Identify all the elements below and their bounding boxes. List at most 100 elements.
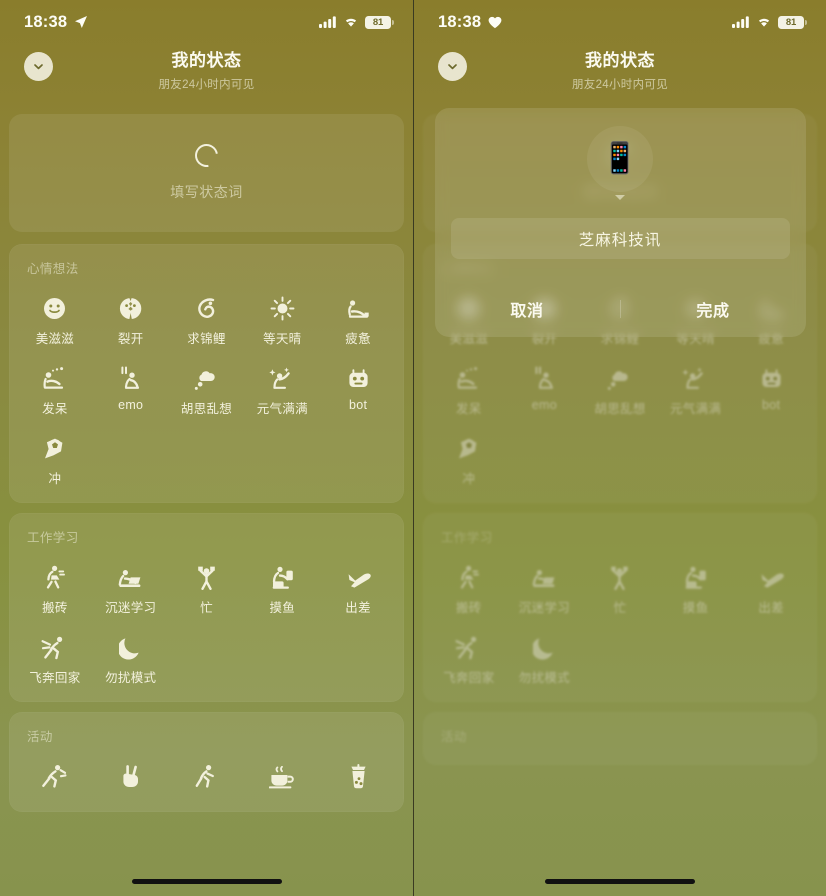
status-sections-scroll[interactable]: 心情想法 美滋滋 裂开 求锦鲤 等天晴 疲惫 发呆 emo 胡思乱想 元气满满 … xyxy=(0,244,413,812)
smiling-face-icon xyxy=(38,291,72,321)
emoji-grid: 搬砖 沉迷学习 忙 摸鱼 出差 飞奔回家 勿扰模式 xyxy=(15,550,398,686)
robot-icon xyxy=(341,361,375,391)
daydream-icon xyxy=(452,361,486,391)
busy-person-icon xyxy=(603,560,637,590)
status-item[interactable]: 疲惫 xyxy=(320,291,396,347)
status-item[interactable]: 沉迷学习 xyxy=(93,560,169,616)
jogging-icon xyxy=(189,759,223,789)
status-item[interactable]: 元气满满 xyxy=(244,361,320,417)
status-item[interactable]: emo xyxy=(93,361,169,417)
status-item[interactable] xyxy=(93,759,169,796)
status-item[interactable]: 冲 xyxy=(17,431,93,487)
status-item[interactable]: 摸鱼 xyxy=(244,560,320,616)
status-item-label: emo xyxy=(531,398,557,412)
mobile-phone-icon[interactable]: 📱 xyxy=(587,126,653,192)
status-item: 忙 xyxy=(582,560,658,616)
page-title: 我的状态 xyxy=(585,51,655,70)
status-item[interactable]: 发呆 xyxy=(17,361,93,417)
status-item: 胡思乱想 xyxy=(582,361,658,417)
status-item-label: 搬砖 xyxy=(455,601,482,615)
cellular-signal-icon xyxy=(732,16,750,28)
ring-icon xyxy=(190,139,223,172)
soccer-ball-icon xyxy=(38,431,72,461)
status-item[interactable]: 飞奔回家 xyxy=(17,630,93,686)
home-indicator[interactable] xyxy=(131,879,282,884)
status-item-label: 忙 xyxy=(200,601,213,615)
status-item[interactable] xyxy=(320,759,396,796)
home-indicator[interactable] xyxy=(545,879,695,884)
confirm-button[interactable]: 完成 xyxy=(621,297,806,321)
status-word-input-card[interactable]: 填写状态词 xyxy=(9,114,404,232)
robot-icon xyxy=(754,361,788,391)
emoji-grid: 美滋滋 裂开 求锦鲤 等天晴 疲惫 发呆 emo 胡思乱想 元气满满 bot 冲 xyxy=(15,281,398,487)
tired-person-icon xyxy=(341,291,375,321)
modal-avatar-emoji: 📱 xyxy=(601,142,639,175)
koi-fish-icon xyxy=(189,291,223,321)
status-item-label: bot xyxy=(348,398,368,412)
status-bar: 18:38 81 xyxy=(414,0,826,44)
page-header: 我的状态 朋友24小时内可见 xyxy=(0,44,413,106)
status-item[interactable]: 勿扰模式 xyxy=(93,630,169,686)
bubble-tea-icon xyxy=(341,759,375,789)
sun-icon xyxy=(265,291,299,321)
status-item[interactable]: 忙 xyxy=(169,560,245,616)
status-item[interactable]: bot xyxy=(320,361,396,417)
status-item: 搬砖 xyxy=(431,560,507,616)
carrying-bricks-icon xyxy=(452,560,486,590)
status-item[interactable]: 出差 xyxy=(320,560,396,616)
running-home-icon xyxy=(452,630,486,660)
status-item-label: bot xyxy=(762,398,781,412)
status-item[interactable] xyxy=(17,759,93,796)
wifi-icon xyxy=(343,16,359,28)
heart-icon xyxy=(488,16,502,29)
studying-icon xyxy=(114,560,148,590)
collapse-button[interactable] xyxy=(438,52,467,81)
section-work-study: 工作学习 搬砖 沉迷学习 忙 摸鱼 出差 飞奔回家 勿扰模式 xyxy=(423,513,817,702)
caret-down-icon[interactable] xyxy=(615,195,625,200)
status-edit-modal-wrapper: 📱 芝麻科技讯 取消 完成 xyxy=(414,108,826,337)
status-item-label: 求锦鲤 xyxy=(187,332,226,346)
section-activity: 活动 xyxy=(423,712,817,765)
section-title: 工作学习 xyxy=(441,531,493,545)
status-item-label: 胡思乱想 xyxy=(180,402,233,416)
busy-person-icon xyxy=(189,560,223,590)
status-item[interactable]: 等天晴 xyxy=(244,291,320,347)
dual-screenshot-stage: 18:38 81 我的状态 朋友24小时内可见 填写状态词 心情想法 美滋滋 裂… xyxy=(0,0,826,896)
cancel-button[interactable]: 取消 xyxy=(435,297,620,321)
collapse-button[interactable] xyxy=(24,52,53,81)
section-title: 心情想法 xyxy=(27,262,79,276)
section-title: 活动 xyxy=(27,730,53,744)
modal-avatar-wrap: 📱 xyxy=(435,126,806,200)
status-item-label: 美滋滋 xyxy=(35,332,75,346)
section-activity: 活动 xyxy=(9,712,404,812)
crescent-moon-icon xyxy=(114,630,148,660)
page-title: 我的状态 xyxy=(171,51,242,70)
status-item: 摸鱼 xyxy=(658,560,734,616)
status-bar-left: 18:38 xyxy=(24,13,88,32)
status-bar-time: 18:38 xyxy=(24,12,68,31)
status-item-label: 冲 xyxy=(48,472,62,486)
slacking-icon xyxy=(265,560,299,590)
status-item[interactable]: 求锦鲤 xyxy=(169,291,245,347)
wifi-icon xyxy=(756,16,772,28)
battery-level: 81 xyxy=(372,16,384,28)
status-item: 出差 xyxy=(733,560,809,616)
status-bar-right: 81 xyxy=(732,15,808,29)
battery-indicator: 81 xyxy=(365,15,395,29)
status-item: 沉迷学习 xyxy=(507,560,583,616)
running-icon xyxy=(38,759,72,789)
status-item[interactable]: 胡思乱想 xyxy=(169,361,245,417)
chevron-down-icon xyxy=(32,60,45,73)
status-item-label: 等天晴 xyxy=(263,332,302,346)
status-item[interactable]: 搬砖 xyxy=(17,560,93,616)
section-title: 活动 xyxy=(441,730,467,744)
status-item[interactable]: 裂开 xyxy=(93,291,169,347)
studying-icon xyxy=(527,560,561,590)
status-text-input[interactable]: 芝麻科技讯 xyxy=(450,218,790,259)
status-item[interactable] xyxy=(244,759,320,796)
status-item-label: 勿扰模式 xyxy=(105,671,157,685)
status-item: emo xyxy=(507,361,583,417)
status-item[interactable] xyxy=(169,759,245,796)
status-item[interactable]: 美滋滋 xyxy=(17,291,93,347)
status-item: 勿扰模式 xyxy=(507,630,583,686)
